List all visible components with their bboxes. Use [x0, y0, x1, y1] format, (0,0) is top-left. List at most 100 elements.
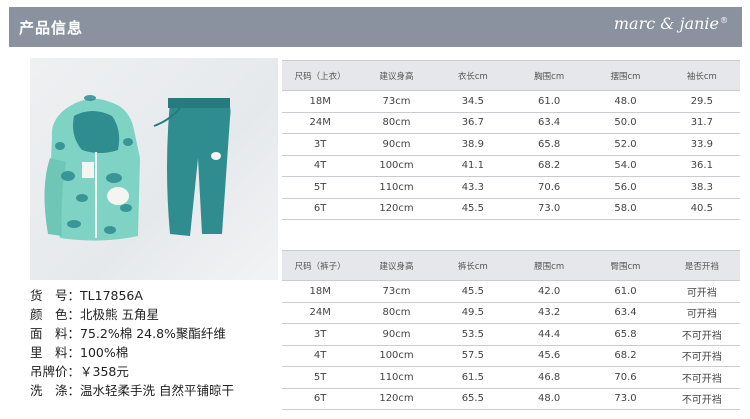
table-cell: 可开裆 — [663, 302, 740, 324]
column-header: 摆围cm — [587, 60, 664, 91]
table-cell: 29.5 — [663, 90, 740, 113]
column-header: 尺码（裤子） — [282, 250, 359, 281]
info-value: 温水轻柔手洗 自然平铺晾干 — [80, 383, 234, 398]
info-label: 吊牌价： — [30, 364, 81, 379]
info-label: 里 料： — [30, 345, 81, 360]
table-cell: 53.5 — [434, 323, 511, 346]
column-header: 是否开裆 — [663, 250, 740, 281]
table-cell: 61.5 — [434, 366, 511, 389]
table-cell: 33.9 — [663, 133, 740, 156]
product-photo — [30, 58, 278, 280]
table-cell: 不可开裆 — [663, 388, 740, 410]
table-cell: 31.7 — [663, 112, 740, 134]
info-value: 100%棉 — [80, 345, 129, 360]
table-cell: 57.5 — [434, 345, 511, 367]
info-row-price: 吊牌价：￥358元 — [30, 362, 280, 381]
table-row: 4T 100cm 41.1 68.2 54.0 36.1 — [282, 155, 740, 177]
table-row: 24M 80cm 36.7 63.4 50.0 31.7 — [282, 112, 740, 134]
table-cell: 38.3 — [663, 176, 740, 199]
table-cell: 44.4 — [510, 323, 588, 346]
table-cell: 110cm — [358, 176, 435, 199]
registered-mark: ® — [720, 15, 728, 25]
table-row: 6T 120cm 45.5 73.0 58.0 40.5 — [282, 198, 740, 220]
table-cell: 100cm — [358, 345, 435, 367]
section-title: 产品信息 — [19, 19, 84, 37]
section-header: 产品信息 marc & janie® — [9, 7, 742, 47]
table-cell: 68.2 — [510, 155, 588, 177]
table-cell: 54.0 — [587, 155, 664, 177]
table-row: 18M 73cm 45.5 42.0 61.0 可开裆 — [282, 280, 740, 303]
table-cell: 80cm — [358, 302, 435, 324]
product-illustration — [44, 95, 231, 241]
table-row: 18M 73cm 34.5 61.0 48.0 29.5 — [282, 90, 740, 113]
table-cell: 24M — [282, 112, 359, 134]
column-header: 建议身高 — [358, 250, 435, 281]
table-cell: 68.2 — [587, 345, 664, 367]
table-cell: 3T — [282, 133, 359, 156]
table-cell: 50.0 — [587, 112, 664, 134]
table-cell: 73cm — [358, 280, 435, 303]
table-cell: 52.0 — [587, 133, 664, 156]
table-cell: 63.4 — [510, 112, 588, 134]
table-row: 5T 110cm 43.3 70.6 56.0 38.3 — [282, 176, 740, 199]
table-header-row: 尺码（裤子） 建议身高 裤长cm 腰围cm 臀围cm 是否开裆 — [282, 250, 740, 281]
table-cell: 41.1 — [434, 155, 511, 177]
table-row: 3T 90cm 38.9 65.8 52.0 33.9 — [282, 133, 740, 156]
info-value: ￥358元 — [80, 364, 129, 379]
table-cell: 6T — [282, 388, 359, 410]
info-row-washing: 洗 涤：温水轻柔手洗 自然平铺晾干 — [30, 381, 280, 400]
table-row: 5T 110cm 61.5 46.8 70.6 不可开裆 — [282, 366, 740, 389]
column-header: 建议身高 — [358, 60, 435, 91]
column-header: 腰围cm — [510, 250, 588, 281]
table-header-row: 尺码（上衣） 建议身高 衣长cm 胸围cm 摆围cm 袖长cm — [282, 60, 740, 91]
column-header: 臀围cm — [587, 250, 664, 281]
table-cell: 70.6 — [587, 366, 664, 389]
table-cell: 6T — [282, 198, 359, 220]
info-label: 颜 色： — [30, 307, 81, 322]
table-cell: 不可开裆 — [663, 345, 740, 367]
table-cell: 可开裆 — [663, 280, 740, 303]
info-label: 货 号： — [30, 288, 81, 303]
info-label: 洗 涤： — [30, 383, 81, 398]
info-label: 面 料： — [30, 326, 81, 341]
table-row: 4T 100cm 57.5 45.6 68.2 不可开裆 — [282, 345, 740, 367]
table-cell: 18M — [282, 90, 359, 113]
table-cell: 110cm — [358, 366, 435, 389]
table-cell: 70.6 — [510, 176, 588, 199]
table-cell: 46.8 — [510, 366, 588, 389]
table-cell: 80cm — [358, 112, 435, 134]
table-cell: 40.5 — [663, 198, 740, 220]
column-header: 衣长cm — [434, 60, 511, 91]
brand-logo: marc & janie® — [614, 14, 728, 33]
info-value: TL17856A — [80, 288, 143, 303]
table-cell: 43.3 — [434, 176, 511, 199]
info-value: 75.2%棉 24.8%聚酯纤维 — [80, 326, 226, 341]
table-cell: 63.4 — [587, 302, 664, 324]
table-cell: 3T — [282, 323, 359, 346]
table-cell: 48.0 — [587, 90, 664, 113]
table-cell: 65.5 — [434, 388, 511, 410]
column-header: 裤长cm — [434, 250, 511, 281]
product-info: 货 号：TL17856A 颜 色：北极熊 五角星 面 料：75.2%棉 24.8… — [30, 286, 280, 400]
column-header: 袖长cm — [663, 60, 740, 91]
info-row-color: 颜 色：北极熊 五角星 — [30, 305, 280, 324]
table-cell: 56.0 — [587, 176, 664, 199]
info-row-lining: 里 料：100%棉 — [30, 343, 280, 362]
table-row: 6T 120cm 65.5 48.0 73.0 不可开裆 — [282, 388, 740, 410]
table-cell: 73.0 — [587, 388, 664, 410]
info-row-fabric: 面 料：75.2%棉 24.8%聚酯纤维 — [30, 324, 280, 343]
table-cell: 38.9 — [434, 133, 511, 156]
table-cell: 48.0 — [510, 388, 588, 410]
table-cell: 5T — [282, 366, 359, 389]
brand-name: marc & janie — [613, 14, 719, 33]
table-cell: 5T — [282, 176, 359, 199]
column-header: 尺码（上衣） — [282, 60, 359, 91]
table-cell: 100cm — [358, 155, 435, 177]
info-value: 北极熊 五角星 — [80, 307, 159, 322]
info-row-sku: 货 号：TL17856A — [30, 286, 280, 305]
table-cell: 43.2 — [510, 302, 588, 324]
bottom-size-table: 尺码（裤子） 建议身高 裤长cm 腰围cm 臀围cm 是否开裆 18M 73cm… — [282, 250, 740, 410]
table-cell: 120cm — [358, 198, 435, 220]
table-cell: 18M — [282, 280, 359, 303]
table-cell: 不可开裆 — [663, 323, 740, 346]
